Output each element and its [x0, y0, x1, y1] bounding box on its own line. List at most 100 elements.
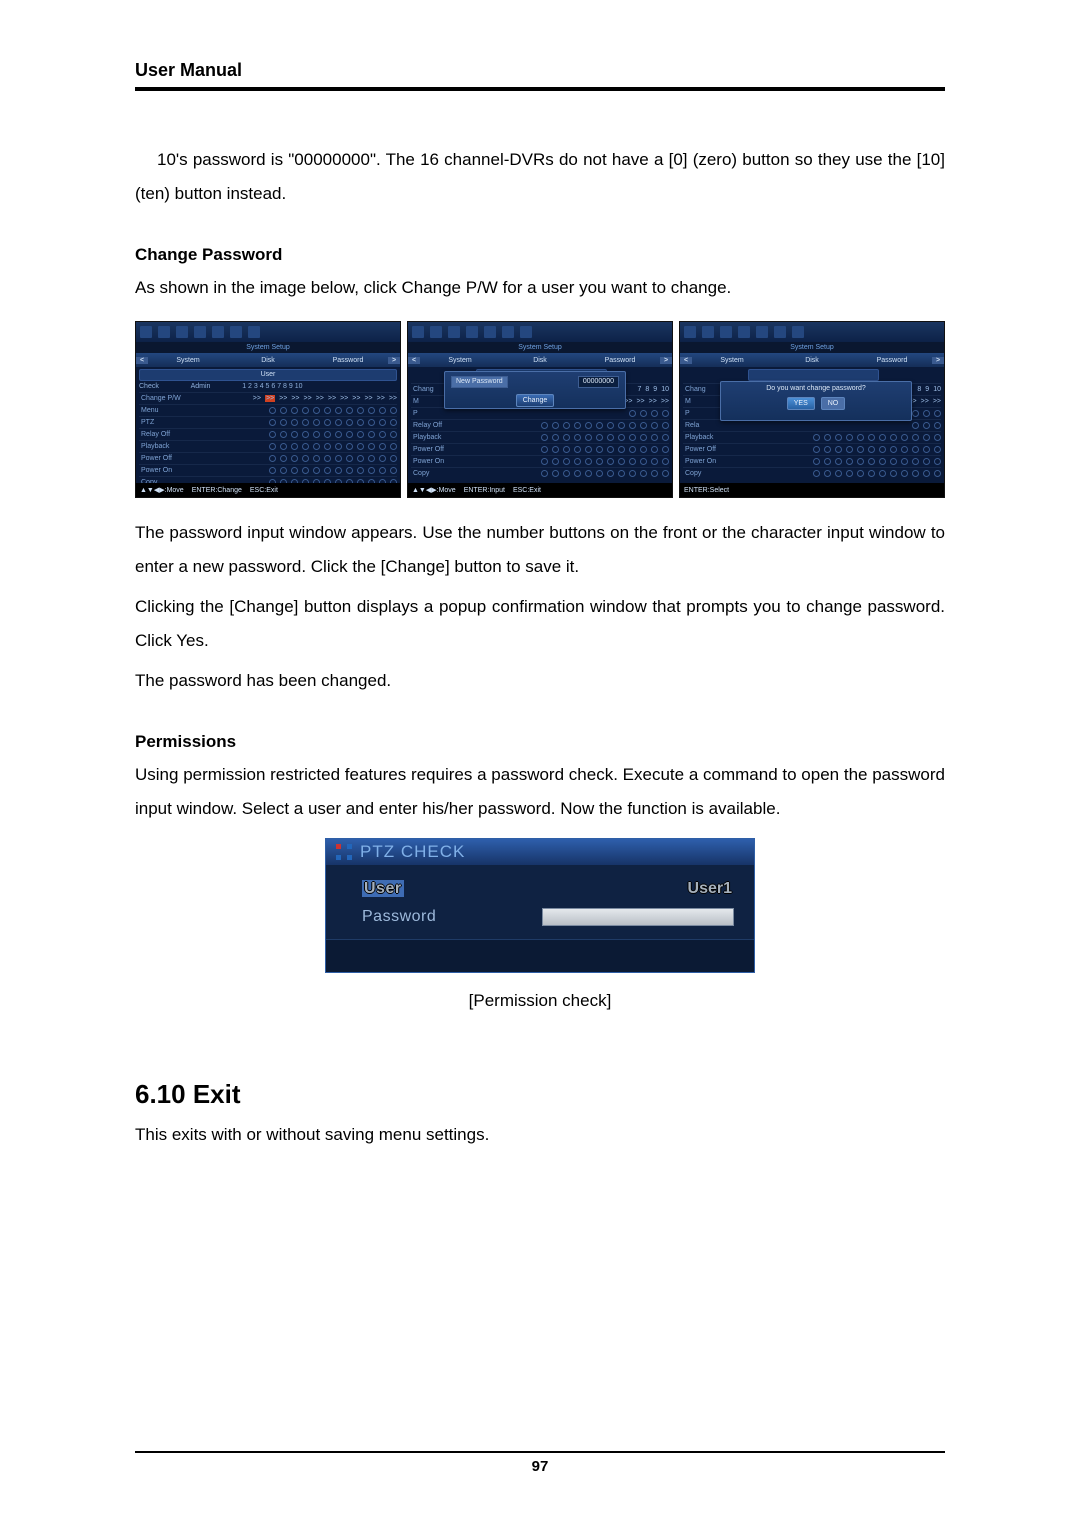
ptz-screenshot: PTZ CHECK User User1 Password — [325, 838, 755, 973]
heading-permissions: Permissions — [135, 732, 945, 752]
dvr-tabs: < System Disk Password > — [408, 353, 672, 367]
toolbar-icon — [774, 326, 786, 338]
toolbar-icon — [176, 326, 188, 338]
heading-exit: 6.10 Exit — [135, 1079, 945, 1110]
ptz-password-input[interactable] — [542, 908, 734, 926]
row-cells: >>>>>>>>>>>>>>>>>>>>>>>> — [193, 395, 397, 402]
row-cells — [737, 422, 941, 429]
toolbar-icon — [230, 326, 242, 338]
popup-confirm-text: Do you want change password? — [721, 382, 911, 395]
row-label: Power On — [139, 467, 193, 474]
popup-no-button[interactable]: NO — [821, 397, 846, 410]
toolbar-icon — [412, 326, 424, 338]
toolbar-icon — [484, 326, 496, 338]
dvr-row: Relay Off — [139, 428, 397, 440]
toolbar-icon — [792, 326, 804, 338]
toolbar-icon — [448, 326, 460, 338]
row-cells — [193, 455, 397, 462]
dvr-body: User Check Admin 1 2 3 4 5 6 7 8 9 10 Ch… — [136, 367, 400, 481]
tab-arrow-left[interactable]: < — [680, 357, 692, 364]
cp-para-1: The password input window appears. Use t… — [135, 516, 945, 584]
row-cells — [193, 419, 397, 426]
tab-password[interactable]: Password — [852, 357, 932, 364]
tab-password[interactable]: Password — [308, 357, 388, 364]
tab-system[interactable]: System — [420, 357, 500, 364]
dvr-row: Power Off — [411, 443, 669, 455]
row-label: Power On — [411, 458, 465, 465]
toolbar-icon — [756, 326, 768, 338]
ptz-title-text: PTZ CHECK — [360, 842, 465, 862]
dvr-toolbar — [680, 322, 944, 342]
ptz-footer — [326, 939, 754, 972]
popup-confirm: Do you want change password? YES NO — [720, 381, 912, 421]
dvr-row: Playback — [139, 440, 397, 452]
row-cells — [193, 467, 397, 474]
dvr-row: Copy — [683, 467, 941, 479]
toolbar-icon — [520, 326, 532, 338]
row-cells — [193, 443, 397, 450]
popup-value[interactable]: 00000000 — [578, 376, 619, 388]
dvr-tabs: < System Disk Password > — [136, 353, 400, 367]
heading-change-password: Change Password — [135, 245, 945, 265]
tab-arrow-left[interactable]: < — [136, 357, 148, 364]
header-rule — [135, 87, 945, 91]
dvr-row: Power Off — [683, 443, 941, 455]
dvr-col-head: Check Admin 1 2 3 4 5 6 7 8 9 10 — [139, 383, 397, 390]
row-cells — [465, 458, 669, 465]
ptz-logo-icon — [336, 844, 352, 860]
row-cells — [737, 446, 941, 453]
dvr-heading-bar: System Setup — [136, 342, 400, 353]
row-label: P — [411, 410, 465, 417]
dvr-row: Menu — [139, 404, 397, 416]
status-enter: ENTER:Input — [464, 487, 505, 494]
ptz-box: PTZ CHECK User User1 Password — [325, 838, 755, 973]
row-label: PTZ — [139, 419, 193, 426]
popup-change-password: New Password 00000000 Change — [444, 371, 626, 409]
row-cells — [465, 470, 669, 477]
popup-change-button[interactable]: Change — [516, 394, 555, 407]
toolbar-icon — [158, 326, 170, 338]
tab-disk[interactable]: Disk — [772, 357, 852, 364]
status-move: ▲▼◀▶:Move — [140, 486, 184, 494]
cp-para-2: Clicking the [Change] button displays a … — [135, 590, 945, 658]
row-cells — [737, 470, 941, 477]
dvr-screenshot-row: System Setup < System Disk Password > Us… — [135, 321, 945, 498]
tab-arrow-left[interactable]: < — [408, 357, 420, 364]
col-admin: Admin — [191, 383, 243, 390]
ptz-password-label: Password — [362, 908, 522, 926]
row-label: Relay Off — [139, 431, 193, 438]
status-esc: ESC:Exit — [513, 487, 541, 494]
tab-arrow-right[interactable]: > — [932, 357, 944, 364]
toolbar-icon — [248, 326, 260, 338]
ptz-row-user: User User1 — [362, 875, 740, 903]
row-cells — [737, 458, 941, 465]
dvr-row: Copy — [411, 467, 669, 479]
dvr-row: Power On — [411, 455, 669, 467]
ptz-user-value[interactable]: User1 — [688, 880, 732, 898]
row-cells — [737, 434, 941, 441]
toolbar-icon — [466, 326, 478, 338]
status-enter: ENTER:Change — [192, 487, 242, 494]
tab-password[interactable]: Password — [580, 357, 660, 364]
tab-disk[interactable]: Disk — [228, 357, 308, 364]
toolbar-icon — [702, 326, 714, 338]
row-label: Menu — [139, 407, 193, 414]
tab-system[interactable]: System — [692, 357, 772, 364]
tab-system[interactable]: System — [148, 357, 228, 364]
change-password-lead: As shown in the image below, click Chang… — [135, 271, 945, 305]
row-cells — [465, 434, 669, 441]
tab-disk[interactable]: Disk — [500, 357, 580, 364]
dvr-panel-3: System Setup < System Disk Password > Ch… — [679, 321, 945, 498]
col-nums: 1 2 3 4 5 6 7 8 9 10 — [242, 383, 397, 390]
tab-arrow-right[interactable]: > — [388, 357, 400, 364]
dvr-row: Playback — [411, 431, 669, 443]
col-check: Check — [139, 383, 191, 390]
tab-arrow-right[interactable]: > — [660, 357, 672, 364]
cp-para-3: The password has been changed. — [135, 664, 945, 698]
ptz-row-password: Password — [362, 903, 740, 931]
intro-paragraph: 10's password is "00000000". The 16 chan… — [135, 143, 945, 211]
toolbar-icon — [720, 326, 732, 338]
toolbar-icon — [738, 326, 750, 338]
popup-yes-button[interactable]: YES — [787, 397, 815, 410]
popup-label: New Password — [451, 376, 508, 388]
